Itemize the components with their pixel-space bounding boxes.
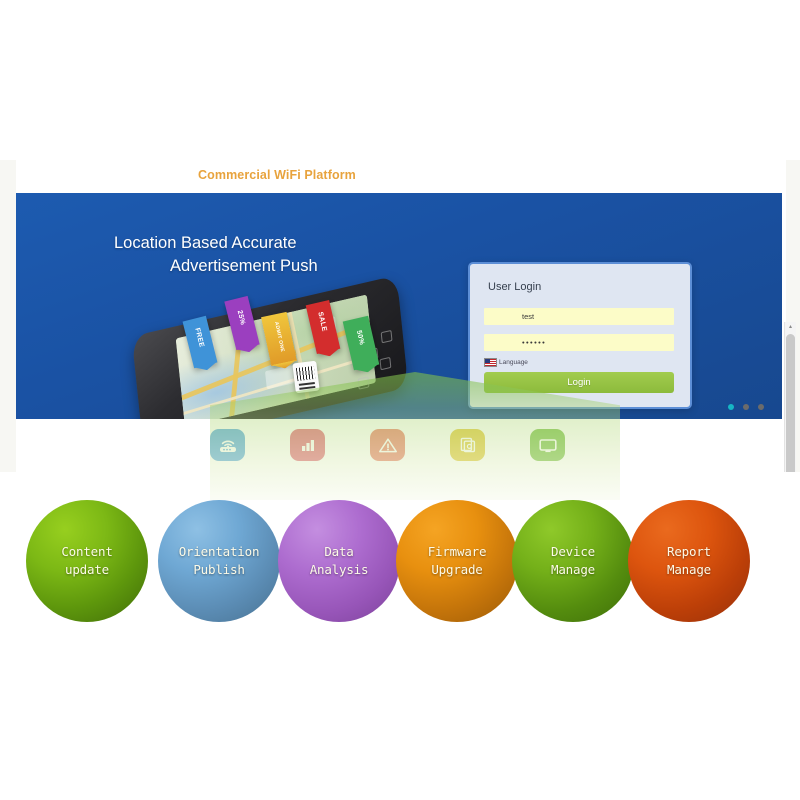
carousel-dot-1[interactable]: [728, 404, 734, 410]
carousel-dot-3[interactable]: [758, 404, 764, 410]
hero-banner: Location Based Accurate Advertisement Pu…: [16, 193, 782, 419]
site-content: Commercial WiFi Platform Location Based …: [16, 160, 786, 472]
login-title: User Login: [488, 281, 542, 293]
site-title: Commercial WiFi Platform: [198, 168, 356, 182]
discount-50-tag-label: 50%: [354, 329, 366, 346]
discount-25-tag-label: 25%: [235, 309, 247, 326]
document-icon[interactable]: [450, 429, 485, 461]
free-tag-label: FREE: [193, 327, 205, 349]
banner-headline-line2: Advertisement Push: [170, 257, 318, 275]
language-label: Language: [499, 359, 528, 366]
module-report-manage[interactable]: Report Manage: [628, 500, 750, 622]
browser-page-area: Commercial WiFi Platform Location Based …: [0, 160, 800, 472]
carousel-dot-2[interactable]: [743, 404, 749, 410]
module-label: Orientation Publish: [178, 543, 260, 577]
admit-one-tag-label: ADMIT ONE: [273, 321, 286, 353]
scroll-up-icon[interactable]: ▴: [785, 322, 796, 333]
module-circles: Content update Orientation Publish Data Ana…: [0, 500, 800, 625]
module-label: Device Manage: [551, 543, 595, 577]
us-flag-icon: [484, 358, 497, 367]
password-input[interactable]: [484, 334, 674, 351]
module-device-manage[interactable]: Device Manage: [512, 500, 634, 622]
module-label: Content update: [61, 543, 113, 577]
banner-headline-line1: Location Based Accurate: [114, 234, 297, 252]
page-root: Commercial WiFi Platform Location Based …: [0, 0, 800, 800]
scrollbar-thumb[interactable]: [786, 334, 795, 472]
site-header: Commercial WiFi Platform: [16, 160, 786, 193]
module-firmware-upgrade[interactable]: Firmware Upgrade: [396, 500, 518, 622]
wifi-router-icon[interactable]: [210, 429, 245, 461]
login-button[interactable]: Login: [484, 372, 674, 393]
vertical-scrollbar[interactable]: ▴ ▾: [784, 322, 796, 472]
module-label: Data Analysis: [309, 543, 369, 577]
banner-headline: Location Based Accurate Advertisement Pu…: [114, 232, 444, 278]
phone-illustration: FREE 25% ADMIT ONE SALE 50%: [126, 275, 426, 419]
module-content-update[interactable]: Content update: [26, 500, 148, 622]
barcode-bars: [295, 365, 316, 382]
language-selector[interactable]: Language: [484, 358, 528, 367]
warning-triangle-icon[interactable]: [370, 429, 405, 461]
login-panel: User Login Language Login: [468, 262, 692, 409]
username-input[interactable]: [484, 308, 674, 325]
carousel-dots[interactable]: [728, 404, 764, 410]
barcode-tag: [292, 360, 320, 394]
sale-tag-label: SALE: [316, 311, 328, 333]
monitor-icon[interactable]: [530, 429, 565, 461]
module-orientation-publish[interactable]: Orientation Publish: [158, 500, 280, 622]
module-label: Report Manage: [667, 543, 711, 577]
module-data-analysis[interactable]: Data Analysis: [278, 500, 400, 622]
feature-icon-strip: [16, 419, 782, 472]
module-label: Firmware Upgrade: [427, 543, 487, 577]
bar-chart-icon[interactable]: [290, 429, 325, 461]
